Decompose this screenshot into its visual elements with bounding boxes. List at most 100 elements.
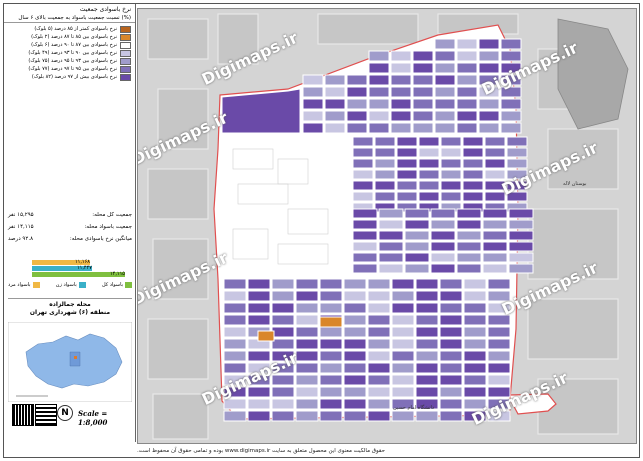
census-block[interactable] [352, 241, 378, 252]
census-block[interactable] [434, 110, 456, 122]
census-block[interactable] [396, 191, 418, 202]
census-block[interactable] [463, 362, 487, 374]
census-block[interactable] [302, 98, 324, 110]
census-block[interactable] [271, 386, 295, 398]
census-block[interactable] [463, 302, 487, 314]
census-block[interactable] [415, 290, 439, 302]
census-block[interactable] [390, 50, 412, 62]
census-block[interactable] [439, 410, 463, 422]
census-block[interactable] [324, 74, 346, 86]
census-block[interactable] [390, 98, 412, 110]
census-block[interactable] [434, 122, 456, 134]
census-block[interactable] [412, 62, 434, 74]
census-block[interactable] [456, 252, 482, 263]
census-block[interactable] [508, 208, 534, 219]
census-block[interactable] [368, 110, 390, 122]
census-block[interactable] [482, 219, 508, 230]
census-block[interactable] [404, 208, 430, 219]
census-block[interactable] [500, 50, 522, 62]
census-block[interactable] [463, 326, 487, 338]
census-block[interactable] [484, 136, 506, 147]
census-block[interactable] [247, 290, 271, 302]
census-block[interactable] [346, 122, 368, 134]
census-block[interactable] [367, 302, 391, 314]
map-canvas[interactable]: Digimaps.ir Digimaps.ir Digimaps.ir Digi… [137, 8, 637, 444]
census-block[interactable] [223, 338, 247, 350]
census-block[interactable] [378, 263, 404, 274]
census-block[interactable] [439, 326, 463, 338]
census-block[interactable] [390, 86, 412, 98]
census-block[interactable] [415, 302, 439, 314]
census-block[interactable] [343, 362, 367, 374]
census-block[interactable] [247, 398, 271, 410]
census-block[interactable] [319, 374, 343, 386]
census-block[interactable] [412, 74, 434, 86]
census-block[interactable] [456, 263, 482, 274]
census-block[interactable] [463, 278, 487, 290]
census-block[interactable] [418, 180, 440, 191]
census-block[interactable] [463, 374, 487, 386]
census-block[interactable] [404, 263, 430, 274]
census-block[interactable] [508, 241, 534, 252]
census-block[interactable] [404, 252, 430, 263]
census-block[interactable] [391, 386, 415, 398]
census-block[interactable] [343, 386, 367, 398]
census-block[interactable] [440, 169, 462, 180]
census-block[interactable] [418, 169, 440, 180]
census-block[interactable] [439, 374, 463, 386]
census-block[interactable] [484, 147, 506, 158]
census-block[interactable] [221, 88, 301, 134]
census-block[interactable] [223, 326, 247, 338]
census-block[interactable] [478, 122, 500, 134]
census-block[interactable] [374, 191, 396, 202]
census-block[interactable] [352, 252, 378, 263]
census-block[interactable] [487, 362, 511, 374]
census-block[interactable] [378, 230, 404, 241]
census-block[interactable] [346, 74, 368, 86]
census-block[interactable] [368, 62, 390, 74]
census-block[interactable] [463, 314, 487, 326]
census-block[interactable] [404, 219, 430, 230]
census-block[interactable] [463, 290, 487, 302]
census-block[interactable] [500, 110, 522, 122]
census-block[interactable] [478, 50, 500, 62]
census-block[interactable] [378, 241, 404, 252]
census-block[interactable] [434, 38, 456, 50]
census-block[interactable] [456, 38, 478, 50]
census-block[interactable] [418, 158, 440, 169]
census-block[interactable] [439, 278, 463, 290]
census-block[interactable] [390, 110, 412, 122]
census-block[interactable] [343, 398, 367, 410]
census-block[interactable] [352, 180, 374, 191]
census-block[interactable] [367, 278, 391, 290]
census-block[interactable] [462, 158, 484, 169]
census-block[interactable] [223, 290, 247, 302]
census-block[interactable] [302, 110, 324, 122]
census-block[interactable] [482, 241, 508, 252]
census-block[interactable] [295, 374, 319, 386]
census-block[interactable] [440, 191, 462, 202]
census-block[interactable] [223, 398, 247, 410]
census-block[interactable] [343, 302, 367, 314]
census-block[interactable] [223, 410, 247, 422]
census-block[interactable] [367, 410, 391, 422]
census-block[interactable] [346, 86, 368, 98]
census-block[interactable] [374, 169, 396, 180]
census-block[interactable] [319, 326, 343, 338]
census-block[interactable] [415, 362, 439, 374]
census-block[interactable] [462, 169, 484, 180]
census-block[interactable] [223, 314, 247, 326]
census-block[interactable] [478, 62, 500, 74]
census-block[interactable] [430, 230, 456, 241]
census-block[interactable] [367, 398, 391, 410]
census-block[interactable] [430, 208, 456, 219]
census-block[interactable] [295, 350, 319, 362]
census-block[interactable] [439, 302, 463, 314]
census-block[interactable] [396, 147, 418, 158]
census-block[interactable] [391, 362, 415, 374]
census-block[interactable] [374, 180, 396, 191]
census-block[interactable] [415, 410, 439, 422]
census-block[interactable] [487, 350, 511, 362]
census-block[interactable] [500, 122, 522, 134]
census-block[interactable] [367, 362, 391, 374]
